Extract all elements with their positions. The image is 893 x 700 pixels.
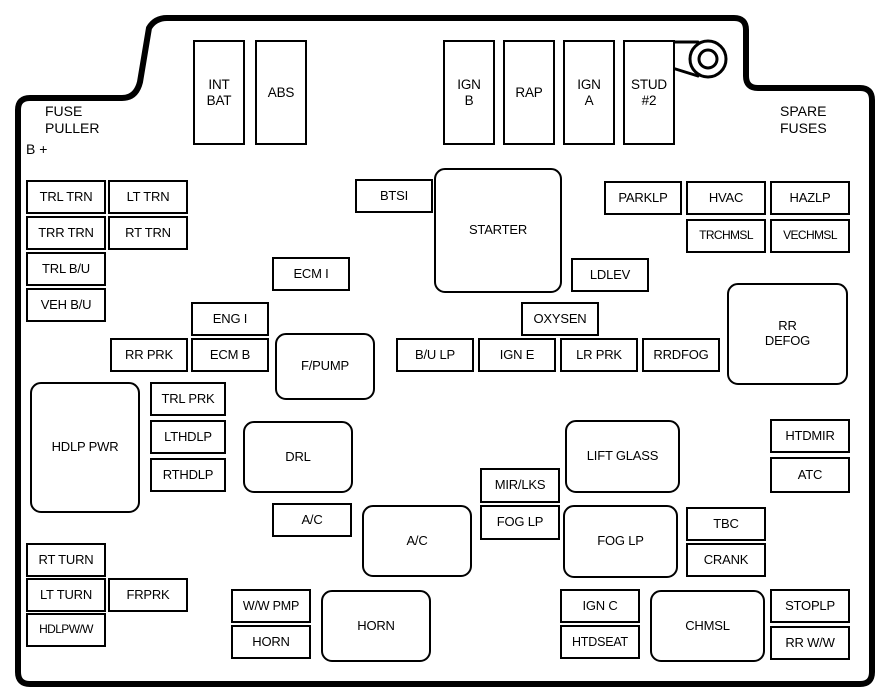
fuse-box-hazlp[interactable]: HAZLP xyxy=(770,181,850,215)
fuse-box-crank[interactable]: CRANK xyxy=(686,543,766,577)
fuse-box-lthdlp[interactable]: LTHDLP xyxy=(150,420,226,454)
fuse-box-hvac[interactable]: HVAC xyxy=(686,181,766,215)
fuse-box-htdseat[interactable]: HTDSEAT xyxy=(560,625,640,659)
fuse-box-trchmsl[interactable]: TRCHMSL xyxy=(686,219,766,253)
fuse-box-ign-b[interactable]: IGN B xyxy=(443,40,495,145)
fuse-box-lr-prk[interactable]: LR PRK xyxy=(560,338,638,372)
fuse-box-stoplp[interactable]: STOPLP xyxy=(770,589,850,623)
fuse-box-eng-i[interactable]: ENG I xyxy=(191,302,269,336)
fuse-box-rrdfog[interactable]: RRDFOG xyxy=(642,338,720,372)
fuse-box-fog-lp-relay[interactable]: FOG LP xyxy=(563,505,678,578)
b-plus-label: B + xyxy=(26,141,48,157)
fuse-box-horn-fuse[interactable]: HORN xyxy=(231,625,311,659)
fuse-box-trl-trn[interactable]: TRL TRN xyxy=(26,180,106,214)
fuse-box-stud-2[interactable]: STUD #2 xyxy=(623,40,675,145)
fuse-box-lt-trn[interactable]: LT TRN xyxy=(108,180,188,214)
fuse-box-mir-lks[interactable]: MIR/LKS xyxy=(480,468,560,503)
fuse-box-ldlev[interactable]: LDLEV xyxy=(571,258,649,292)
fuse-box-ac-relay[interactable]: A/C xyxy=(362,505,472,577)
fuse-box-trl-prk[interactable]: TRL PRK xyxy=(150,382,226,416)
fuse-box-chmsl[interactable]: CHMSL xyxy=(650,590,765,662)
fuse-box-rthdlp[interactable]: RTHDLP xyxy=(150,458,226,492)
fuse-box-trl-bu[interactable]: TRL B/U xyxy=(26,252,106,286)
fuse-box-lift-glass[interactable]: LIFT GLASS xyxy=(565,420,680,493)
fuse-box-lt-turn[interactable]: LT TURN xyxy=(26,578,106,612)
fuse-box-rt-turn[interactable]: RT TURN xyxy=(26,543,106,577)
fuse-box-int-bat[interactable]: INT BAT xyxy=(193,40,245,145)
fuse-box-rr-ww[interactable]: RR W/W xyxy=(770,626,850,660)
fuse-box-btsi[interactable]: BTSI xyxy=(355,179,433,213)
fuse-box-rt-trn[interactable]: RT TRN xyxy=(108,216,188,250)
fuse-box-fog-lp-fuse[interactable]: FOG LP xyxy=(480,505,560,540)
fuse-box-tbc[interactable]: TBC xyxy=(686,507,766,541)
spare-fuses-label: SPARE FUSES xyxy=(780,103,827,137)
fuse-box-ww-pmp[interactable]: W/W PMP xyxy=(231,589,311,623)
fuse-box-parklp[interactable]: PARKLP xyxy=(604,181,682,215)
fuse-box-ac-fuse[interactable]: A/C xyxy=(272,503,352,537)
fuse-box-drl[interactable]: DRL xyxy=(243,421,353,493)
fuse-box-ecm-i[interactable]: ECM I xyxy=(272,257,350,291)
fuse-box-ign-c[interactable]: IGN C xyxy=(560,589,640,623)
fuse-box-hdlpww[interactable]: HDLPW/W xyxy=(26,613,106,647)
fuse-box-ecm-b[interactable]: ECM B xyxy=(191,338,269,372)
fuse-box-veh-bu[interactable]: VEH B/U xyxy=(26,288,106,322)
fuse-box-oxysen[interactable]: OXYSEN xyxy=(521,302,599,336)
fuse-box-ign-e[interactable]: IGN E xyxy=(478,338,556,372)
fuse-box-f-pump[interactable]: F/PUMP xyxy=(275,333,375,400)
fuse-box-rr-prk[interactable]: RR PRK xyxy=(110,338,188,372)
fuse-box-horn-relay[interactable]: HORN xyxy=(321,590,431,662)
fuse-box-htdmir[interactable]: HTDMIR xyxy=(770,419,850,453)
fuse-box-rr-defog[interactable]: RR DEFOG xyxy=(727,283,848,385)
fuse-box-trr-trn[interactable]: TRR TRN xyxy=(26,216,106,250)
fuse-box-ign-a[interactable]: IGN A xyxy=(563,40,615,145)
fuse-block-diagram: FUSE PULLER B + SPARE FUSES INT BAT ABS IGN … xyxy=(0,0,893,700)
fuse-box-vechmsl[interactable]: VECHMSL xyxy=(770,219,850,253)
fuse-box-abs[interactable]: ABS xyxy=(255,40,307,145)
fuse-box-frprk[interactable]: FRPRK xyxy=(108,578,188,612)
fuse-puller-label: FUSE PULLER xyxy=(45,103,100,137)
fuse-box-rap[interactable]: RAP xyxy=(503,40,555,145)
fuse-box-hdlp-pwr[interactable]: HDLP PWR xyxy=(30,382,140,513)
fuse-box-atc[interactable]: ATC xyxy=(770,457,850,493)
fuse-box-bu-lp[interactable]: B/U LP xyxy=(396,338,474,372)
fuse-box-starter[interactable]: STARTER xyxy=(434,168,562,293)
